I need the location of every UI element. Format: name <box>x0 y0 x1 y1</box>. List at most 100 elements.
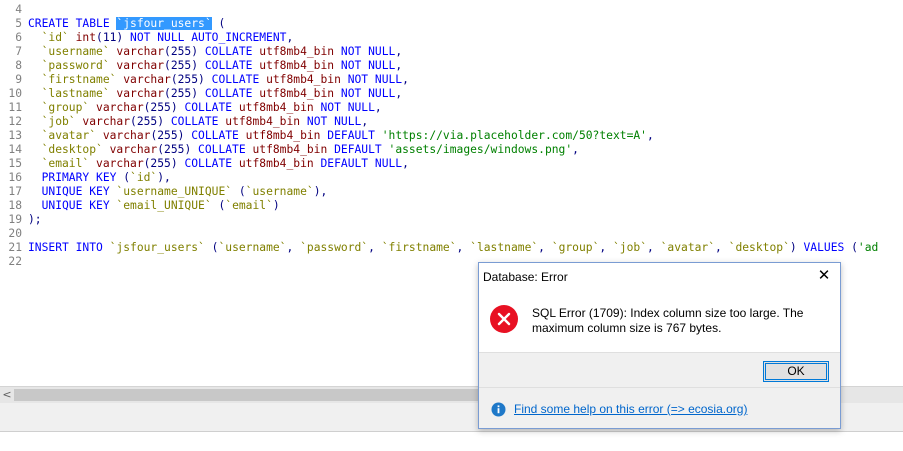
code-token: COLLATE <box>204 45 260 58</box>
code-line[interactable]: 5 CREATE TABLE `jsfour_users` ( <box>0 17 225 31</box>
code-token: varchar <box>96 101 144 114</box>
code-line[interactable]: 9 `firstname` varchar(255) COLLATE utf8m… <box>0 73 409 87</box>
code-token: varchar <box>116 87 165 100</box>
ok-button[interactable]: OK <box>763 361 829 382</box>
code-line[interactable]: 8 `password` varchar(255) COLLATE utf8mb… <box>0 59 402 73</box>
code-token: utf8mb4_bin <box>259 45 341 58</box>
code-token: ( <box>123 171 131 184</box>
code-token: `username` <box>218 241 287 254</box>
code-token: , <box>402 73 409 86</box>
code-token: `job` <box>28 115 83 128</box>
code-token: utf8mb4_bin <box>266 73 348 86</box>
line-number: 11 <box>8 101 22 114</box>
code-line[interactable]: 14 `desktop` varchar(255) COLLATE utf8mb… <box>0 143 579 157</box>
code-token: `email` <box>28 157 97 170</box>
code-token: (255) <box>143 101 185 114</box>
code-token: COLLATE <box>198 143 253 156</box>
code-token: (255) <box>150 129 192 142</box>
code-line[interactable]: 7 `username` varchar(255) COLLATE utf8mb… <box>0 45 402 59</box>
code-token: COLLATE <box>184 157 239 170</box>
code-token: `email_UNIQUE` <box>116 199 219 212</box>
code-token: `group` <box>28 101 97 114</box>
code-token: , <box>402 157 409 170</box>
line-number: 15 <box>8 157 22 170</box>
code-token: , <box>715 241 729 254</box>
code-token: , <box>374 101 382 114</box>
code-line[interactable]: 20 <box>0 227 28 241</box>
code-token: `email` <box>225 199 273 212</box>
dialog-body: SQL Error (1709): Index column size too … <box>479 291 840 351</box>
code-token: PRIMARY KEY <box>28 171 124 184</box>
code-token: ), <box>313 185 328 198</box>
code-line[interactable]: 21 INSERT INTO `jsfour_users` (`username`… <box>0 241 878 255</box>
code-line[interactable]: 4 <box>0 3 28 17</box>
code-line[interactable]: 13 `avatar` varchar(255) COLLATE utf8mb4… <box>0 129 653 143</box>
line-number: 6 <box>15 31 22 44</box>
scroll-left-arrow-icon[interactable]: < <box>0 387 14 403</box>
code-token: UNIQUE KEY <box>28 199 117 212</box>
dialog-title: Database: Error <box>483 270 568 284</box>
code-token: utf8mb4_bin <box>252 143 335 156</box>
code-line[interactable]: 19); <box>0 213 42 227</box>
code-line[interactable]: 22 <box>0 255 28 269</box>
code-token: varchar <box>116 59 165 72</box>
code-line[interactable]: 10 `lastname` varchar(255) COLLATE utf8m… <box>0 87 402 101</box>
code-token: 'assets/images/windows.png' <box>388 143 573 156</box>
info-icon <box>491 402 506 417</box>
scroll-thumb[interactable] <box>14 389 484 401</box>
code-token: utf8mb4_bin <box>245 129 328 142</box>
code-token: , <box>647 241 661 254</box>
code-token: varchar <box>96 157 144 170</box>
code-token: NOT NULL AUTO_INCREMENT <box>130 31 287 44</box>
code-token: INSERT INTO <box>28 241 110 254</box>
help-link[interactable]: Find some help on this error (=> ecosia.… <box>514 402 747 416</box>
close-icon[interactable]: ✕ <box>816 268 832 284</box>
code-token: UNIQUE KEY <box>28 185 117 198</box>
line-number: 12 <box>8 115 22 128</box>
line-number: 17 <box>8 185 22 198</box>
code-token: ) <box>272 199 280 212</box>
code-token: `password` <box>28 59 117 72</box>
line-number: 5 <box>15 17 22 30</box>
code-token: NOT NULL <box>320 101 375 114</box>
code-token: NOT NULL <box>340 45 396 58</box>
code-token: , <box>395 59 403 72</box>
code-token: 'https://via.placeholder.com/50?text=A' <box>381 129 647 142</box>
code-line[interactable]: 15 `email` varchar(255) COLLATE utf8mb4_… <box>0 157 409 171</box>
line-number: 13 <box>8 129 22 142</box>
code-line[interactable]: 6 `id` int(11) NOT NULL AUTO_INCREMENT, <box>0 31 293 45</box>
code-line[interactable]: 18 UNIQUE KEY `email_UNIQUE` (`email`) <box>0 199 280 213</box>
code-token: `lastname` <box>470 241 539 254</box>
code-token: NOT NULL <box>306 115 362 128</box>
code-token: ( <box>238 185 246 198</box>
code-token: varchar <box>109 143 158 156</box>
dialog-footer: Find some help on this error (=> ecosia.… <box>479 387 840 428</box>
code-token: `id` <box>130 171 158 184</box>
code-line[interactable]: 17 UNIQUE KEY `username_UNIQUE` (`userna… <box>0 185 327 199</box>
code-token: `firstname` <box>381 241 457 254</box>
code-token: ); <box>28 213 42 226</box>
line-number: 7 <box>15 45 22 58</box>
line-number: 16 <box>8 171 22 184</box>
code-line[interactable]: 16 PRIMARY KEY (`id`), <box>0 171 170 185</box>
code-token: COLLATE <box>170 115 226 128</box>
line-number: 20 <box>8 227 22 240</box>
code-token: (255) <box>164 45 205 58</box>
code-token: COLLATE <box>204 87 260 100</box>
line-number: 10 <box>8 87 22 100</box>
code-token: , <box>538 241 552 254</box>
code-token: utf8mb4_bin <box>225 115 307 128</box>
code-token: ) <box>789 241 804 254</box>
selected-text: `jsfour_users` <box>116 17 212 30</box>
code-token: `lastname` <box>28 87 117 100</box>
code-line[interactable]: 11 `group` varchar(255) COLLATE utf8mb4_… <box>0 101 382 115</box>
code-token: `avatar` <box>660 241 716 254</box>
code-token: `password` <box>300 241 369 254</box>
code-token: DEFAULT NULL <box>320 157 403 170</box>
line-number: 9 <box>15 73 22 86</box>
code-token: `username_UNIQUE` <box>116 185 239 198</box>
code-line[interactable]: 12 `job` varchar(255) COLLATE utf8mb4_bi… <box>0 115 368 129</box>
code-token: , <box>395 45 403 58</box>
code-token: `desktop` <box>28 143 110 156</box>
line-number: 4 <box>15 3 22 16</box>
